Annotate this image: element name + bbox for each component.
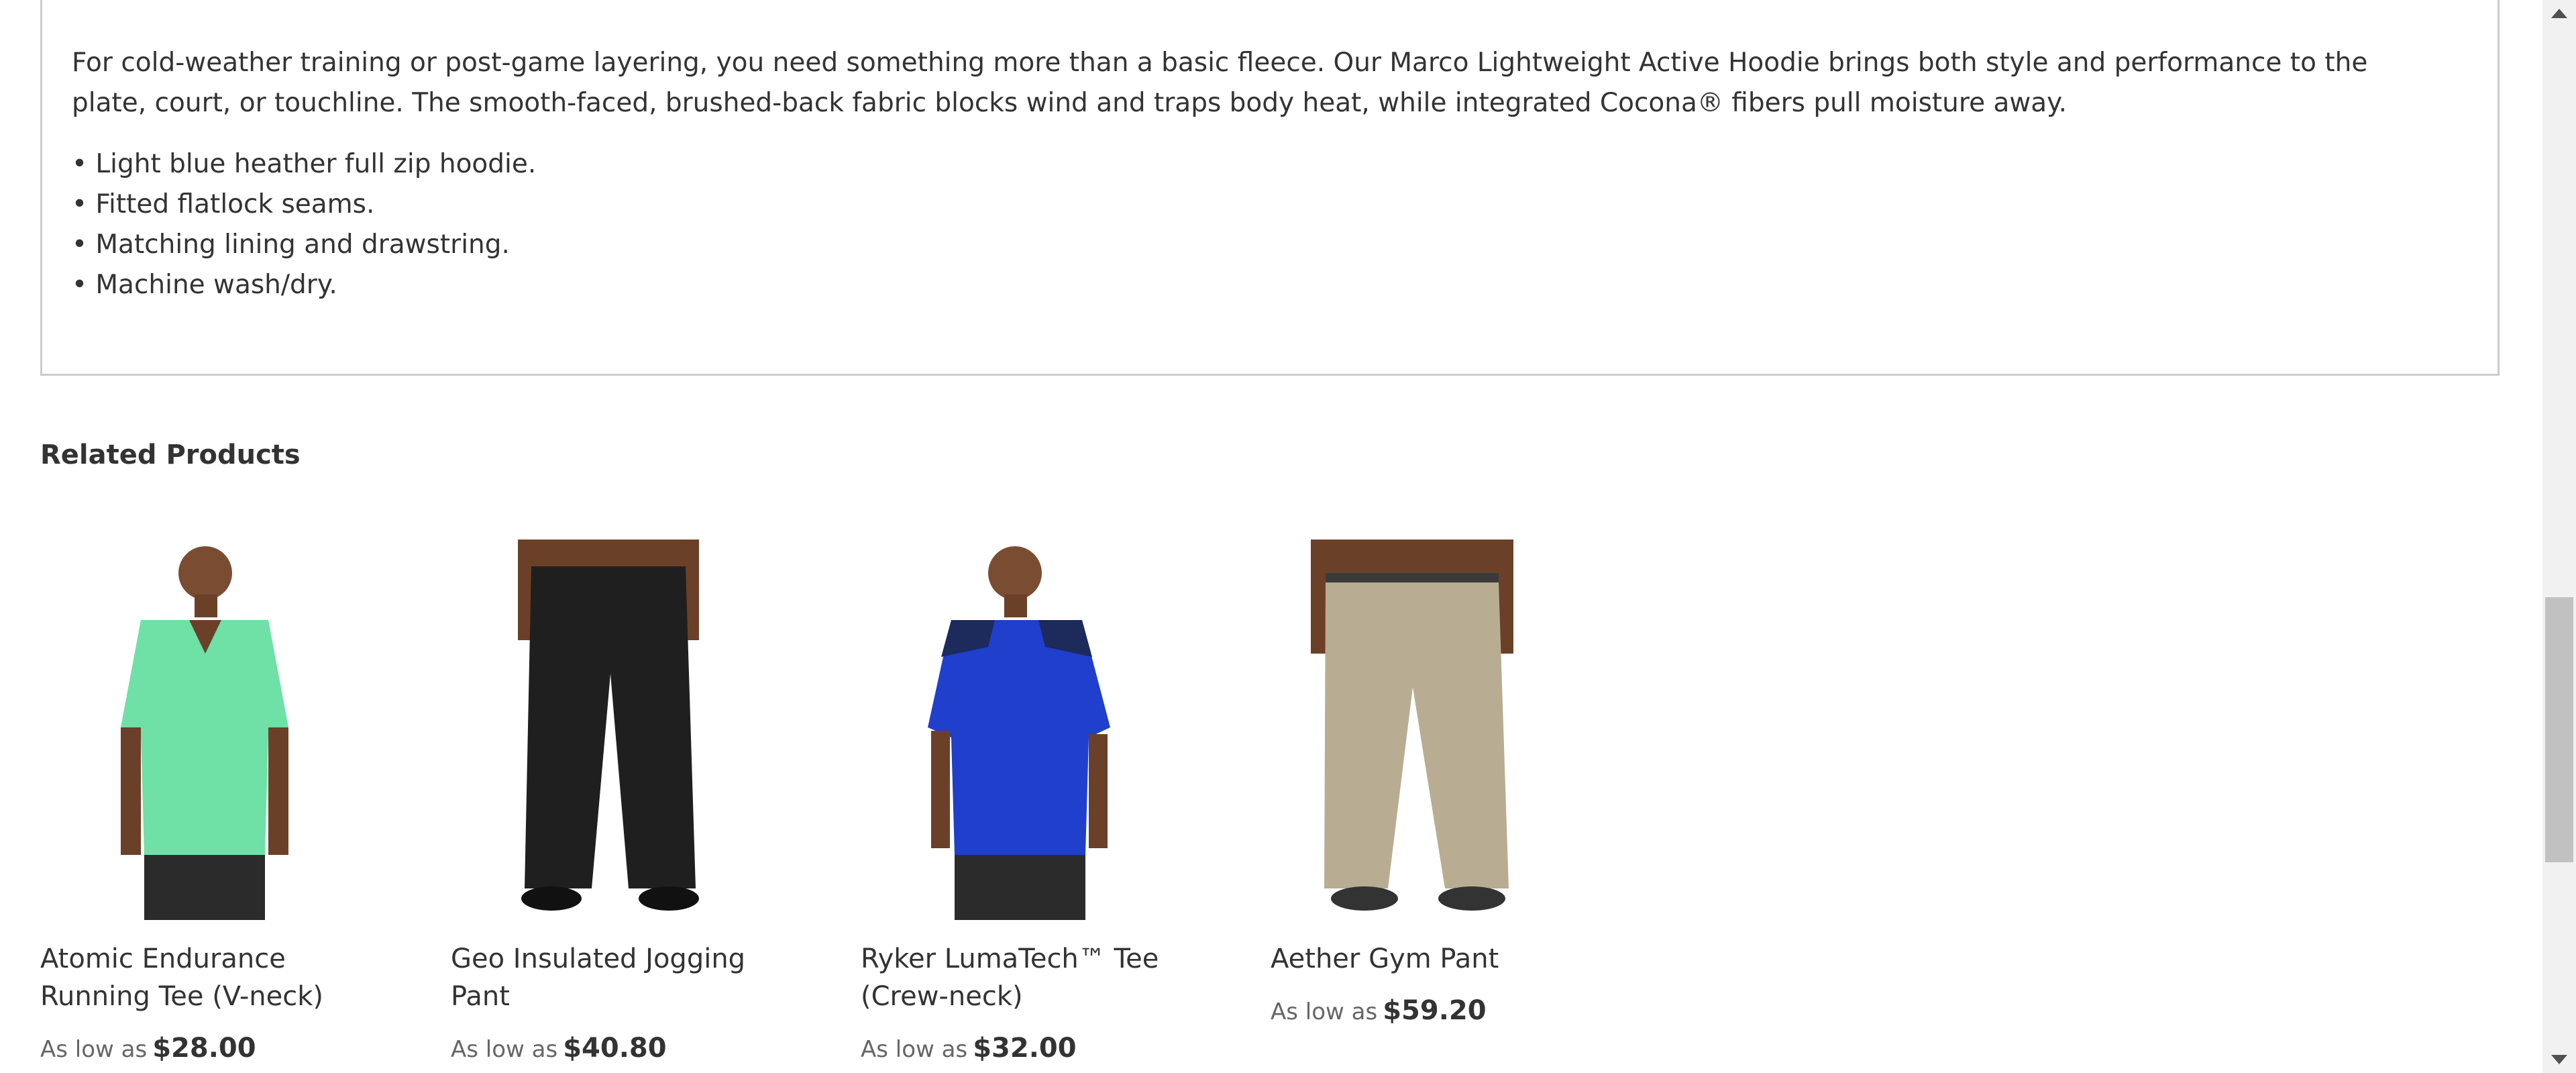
product-card-atomic-endurance[interactable]: Atomic Endurance Running Tee (V-neck) As… (40, 540, 416, 1064)
product-name-link[interactable]: Atomic Endurance Running Tee (V-neck) (40, 940, 389, 1015)
vertical-scrollbar[interactable] (2542, 0, 2576, 1073)
product-name-link[interactable]: Geo Insulated Jogging Pant (451, 940, 800, 1015)
price-box: As low as $59.20 (1271, 995, 1646, 1026)
price-box: As low as $32.00 (861, 1033, 1236, 1064)
scroll-up-icon[interactable] (2542, 0, 2576, 27)
price-box: As low as $28.00 (40, 1033, 416, 1064)
product-card-geo-insulated[interactable]: Geo Insulated Jogging Pant As low as $40.… (451, 540, 826, 1064)
product-image[interactable] (1271, 540, 1579, 920)
feature-item: • Machine wash/dry. (72, 270, 337, 300)
product-card-ryker-lumatech[interactable]: Ryker LumaTech™ Tee (Crew-neck) As low a… (861, 540, 1236, 1064)
feature-list: • Light blue heather full zip hoodie. • … (72, 144, 536, 305)
price-box: As low as $40.80 (451, 1033, 826, 1064)
related-products-title: Related Products (40, 440, 301, 470)
product-image[interactable] (451, 540, 759, 920)
description-paragraph: For cold-weather training or post-game l… (72, 48, 2368, 118)
price-value: $40.80 (563, 1033, 667, 1064)
price-value: $32.00 (973, 1033, 1077, 1064)
price-value: $59.20 (1383, 995, 1487, 1026)
product-image[interactable] (861, 540, 1169, 920)
product-name-link[interactable]: Ryker LumaTech™ Tee (Crew-neck) (861, 940, 1210, 1015)
price-label: As low as (861, 1036, 968, 1063)
feature-item: • Light blue heather full zip hoodie. (72, 149, 537, 179)
feature-item: • Fitted flatlock seams. (72, 189, 375, 219)
price-label: As low as (1271, 999, 1378, 1025)
scroll-thumb[interactable] (2545, 597, 2573, 862)
price-label: As low as (40, 1036, 148, 1063)
scroll-down-icon[interactable] (2542, 1046, 2576, 1073)
price-label: As low as (451, 1036, 558, 1063)
price-value: $28.00 (152, 1033, 256, 1064)
product-name-link[interactable]: Aether Gym Pant (1271, 940, 1619, 978)
product-card-aether-gym-pant[interactable]: Aether Gym Pant As low as $59.20 (1271, 540, 1646, 1026)
product-image[interactable] (40, 540, 349, 920)
feature-item: • Matching lining and drawstring. (72, 229, 510, 260)
page: For cold-weather training or post-game l… (0, 0, 2576, 1073)
